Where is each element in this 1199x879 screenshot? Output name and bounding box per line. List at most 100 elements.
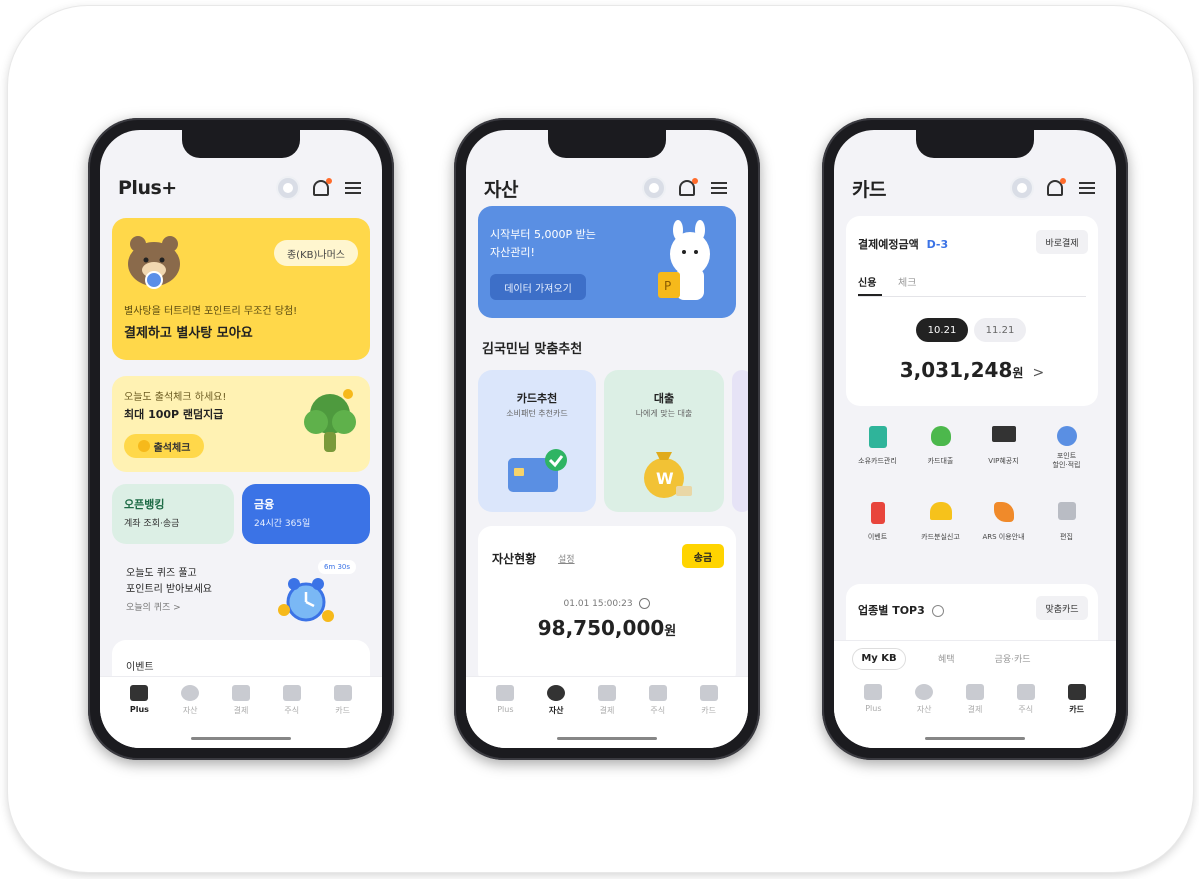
page-title: Plus+ (118, 177, 177, 199)
quiz-link[interactable]: 오늘의 퀴즈 > (126, 600, 181, 613)
menu-item-edit[interactable]: 편집 (1035, 502, 1098, 578)
bell-icon[interactable] (1044, 177, 1066, 199)
menu-item-vip[interactable]: VIP혜공지 (972, 426, 1035, 502)
menu-icon[interactable] (1076, 177, 1098, 199)
date-chip-active[interactable]: 10.21 (916, 318, 968, 342)
tab-label: 결제 (599, 706, 615, 715)
tab-label: 주식 (1018, 705, 1034, 714)
payment-icon (597, 685, 616, 701)
tab-label: 카드 (701, 706, 716, 715)
star-candy-banner[interactable]: 종(KB)나머스 별사탕을 터트리면 포인트리 무조건 당첨! 결제하고 별사탕… (112, 218, 370, 360)
bell-icon[interactable] (676, 177, 698, 199)
segment-benefit[interactable]: 혜택 (938, 652, 955, 665)
tab-label: Plus (497, 705, 514, 714)
tree-character-icon (302, 388, 358, 458)
custom-card-button[interactable]: 맞춤카드 (1036, 596, 1088, 620)
phone-card: 카드 결제예정금액 D-3 바로결제 신용 체크 10.21 11.21 3,0… (822, 118, 1128, 760)
tab-plus[interactable]: Plus (119, 685, 159, 748)
header: 카드 (834, 170, 1116, 206)
tab-card[interactable]: 카드 (689, 685, 729, 748)
tile-sub: 나에게 맞는 대출 (635, 409, 693, 418)
tab-credit[interactable]: 신용 (858, 274, 876, 289)
quiz-line1: 오늘도 퀴즈 풀고 (126, 568, 197, 579)
payment-icon (965, 684, 984, 700)
money-bag-icon (930, 426, 951, 446)
import-data-button[interactable]: 데이터 가져오기 (490, 274, 586, 300)
menu-icon[interactable] (342, 177, 364, 199)
tile-sub: 24시간 365일 (254, 519, 311, 529)
card-icon (1067, 684, 1086, 700)
menu-item-point[interactable]: 포인트 할인·적립 (1035, 426, 1098, 502)
phone-plus: Plus+ 종(KB)나머스 별사탕을 터트리면 포인트리 무조건 당첨! 결제… (88, 118, 394, 760)
attendance-card[interactable]: 오늘도 출석체크 하세요! 최대 100P 랜덤지급 출석체크 (112, 376, 370, 472)
avatar[interactable] (1010, 176, 1034, 200)
asset-management-banner[interactable]: 시작부터 5,000P 받는 자산관리! 데이터 가져오기 P (478, 206, 736, 318)
menu-label: 카드대출 (927, 457, 954, 465)
asset-title: 자산현황 (492, 552, 537, 566)
menu-label: 포인트 할인·적립 (1052, 452, 1081, 469)
money-bag-icon: W (638, 438, 694, 500)
tile-title: 오픈뱅킹 (124, 498, 165, 511)
payment-title-text: 결제예정금액 (858, 238, 919, 251)
menu-item-owned-cards[interactable]: 소유카드관리 (846, 426, 909, 502)
tab-plus[interactable]: Plus (485, 685, 525, 748)
segment-my-kb[interactable]: My KB (852, 647, 906, 670)
bear-icon (126, 232, 186, 290)
menu-item-card-loan[interactable]: 카드대출 (909, 426, 972, 502)
notch (916, 130, 1034, 158)
menu-item-lost-card[interactable]: 카드분실신고 (909, 502, 972, 578)
timestamp-text: 01.01 15:00:23 (563, 599, 633, 609)
dday-badge: D-3 (926, 238, 949, 251)
stock-chart-icon (282, 685, 301, 701)
loan-tile[interactable]: 대출 나에게 맞는 대출 W (604, 370, 724, 512)
menu-icon[interactable] (708, 177, 730, 199)
card-management-icon (868, 426, 887, 448)
menu-label: 이벤트 (867, 533, 888, 541)
screen-plus: Plus+ 종(KB)나머스 별사탕을 터트리면 포인트리 무조건 당첨! 결제… (100, 130, 382, 748)
top3-title: 업종별 TOP3 (858, 602, 944, 618)
plus-tab-icon (864, 684, 883, 700)
avatar[interactable] (276, 176, 300, 200)
bell-icon[interactable] (310, 177, 332, 199)
segment-finance-card[interactable]: 금융·카드 (995, 652, 1031, 665)
header: Plus+ (100, 170, 382, 206)
card-icon (699, 685, 718, 701)
tab-label: 자산 (548, 706, 564, 715)
edit-icon (1057, 502, 1076, 520)
tab-card[interactable]: 카드 (323, 685, 363, 748)
tab-card[interactable]: 카드 (1057, 684, 1097, 748)
attendance-main: 최대 100P 랜덤지급 (124, 408, 224, 421)
asset-setting-link[interactable]: 설정 (558, 552, 575, 565)
payment-icon (231, 685, 250, 701)
date-chip[interactable]: 11.21 (974, 318, 1026, 342)
quiz-card[interactable]: 오늘도 퀴즈 풀고 포인트리 받아보세요 오늘의 퀴즈 > 6m 30s (112, 554, 370, 630)
tab-check[interactable]: 체크 (898, 274, 916, 289)
plus-tab-icon (130, 685, 149, 701)
tile-sub: 소비패턴 추천카드 (506, 409, 568, 418)
banner-main: 결제하고 별사탕 모아요 (124, 326, 253, 341)
pay-now-button[interactable]: 바로결제 (1036, 230, 1088, 254)
vip-icon (991, 426, 1016, 442)
refresh-icon[interactable] (639, 598, 651, 609)
finance-tile[interactable]: 금융 24시간 365일 (242, 484, 370, 544)
info-icon[interactable] (931, 605, 944, 617)
avatar[interactable] (642, 176, 666, 200)
open-banking-tile[interactable]: 오픈뱅킹 계좌 조회·송금 (112, 484, 234, 544)
screen-assets: 자산 시작부터 5,000P 받는 자산관리! 데이터 가져오기 P 김국민님 … (466, 130, 748, 748)
card-recommend-tile[interactable]: 카드추천 소비패턴 추천카드 (478, 370, 596, 512)
tab-plus[interactable]: Plus (853, 684, 893, 748)
transfer-button[interactable]: 송금 (682, 544, 724, 568)
tab-label: 카드 (335, 706, 350, 715)
attendance-button[interactable]: 출석체크 (124, 434, 204, 458)
home-indicator (557, 737, 657, 740)
asset-unit: 원 (664, 624, 677, 639)
quiz-timer-tag: 6m 30s (318, 560, 356, 574)
payment-amount-row[interactable]: 3,031,248원 > (846, 358, 1098, 382)
badge[interactable]: 종(KB)나머스 (274, 240, 358, 266)
next-recommend-tile[interactable] (732, 370, 748, 512)
menu-item-ars[interactable]: ARS 이용안내 (972, 502, 1035, 578)
svg-text:W: W (656, 469, 674, 488)
menu-item-event[interactable]: 이벤트 (846, 502, 909, 578)
home-indicator (191, 737, 291, 740)
tab-label: 자산 (182, 706, 198, 715)
